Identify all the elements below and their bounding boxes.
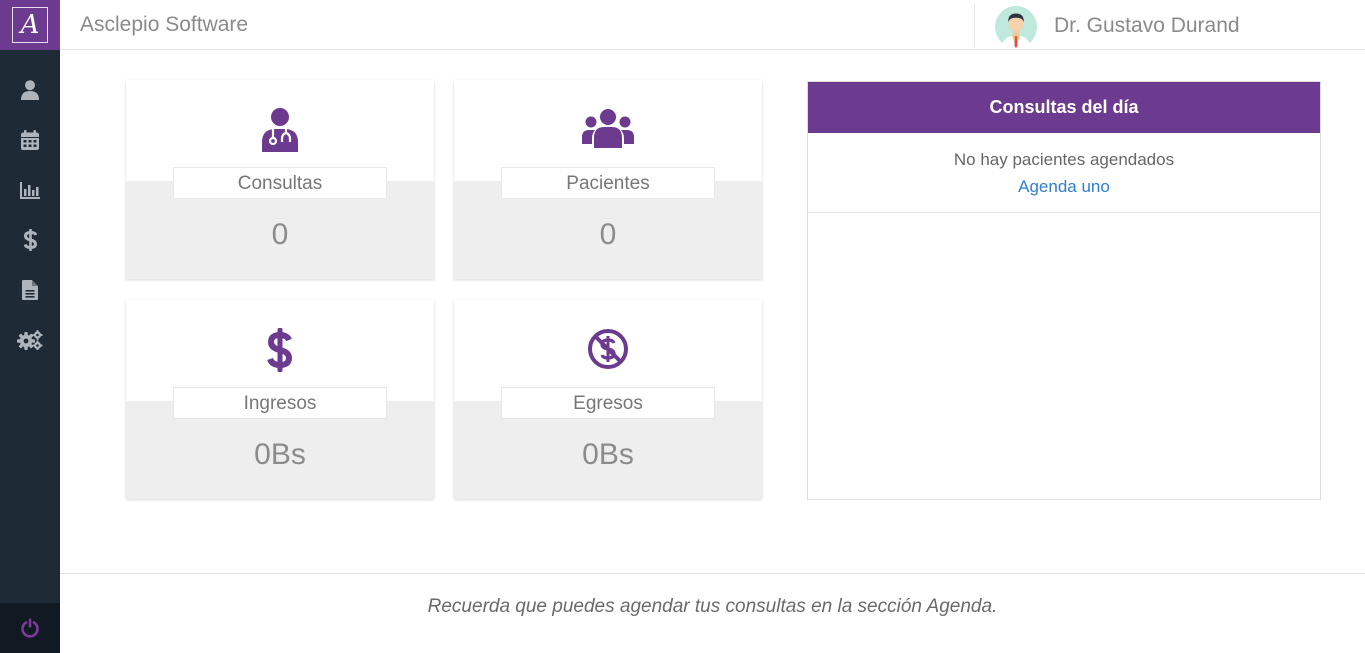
empty-message: No hay pacientes agendados (953, 150, 1175, 169)
card-label: Pacientes (501, 167, 715, 199)
card-ingresos[interactable]: Ingresos 0Bs (126, 300, 434, 499)
logout-button[interactable] (0, 603, 60, 653)
card-label: Consultas (173, 167, 387, 199)
app-logo[interactable]: A (0, 0, 60, 50)
sidebar-item-documents[interactable] (0, 265, 60, 315)
card-value: 0 (271, 218, 289, 251)
sidebar-item-users[interactable] (0, 65, 60, 115)
card-pacientes[interactable]: Pacientes 0 (454, 80, 762, 279)
footer-hint: Recuerda que puedes agendar tus consulta… (60, 573, 1365, 653)
card-label: Ingresos (173, 387, 387, 419)
users-icon (582, 109, 634, 148)
dollar-icon (23, 229, 37, 251)
day-appointments-panel: Consultas del día No hay pacientes agend… (807, 81, 1321, 500)
logo-letter: A (12, 7, 48, 43)
user-menu[interactable]: Dr. Gustavo Durand (974, 4, 1240, 48)
document-icon (22, 280, 38, 300)
no-dollar-icon (588, 329, 628, 369)
app-title: Asclepio Software (80, 13, 249, 36)
doctor-icon (262, 108, 298, 152)
card-value: 0Bs (254, 438, 306, 471)
sidebar-item-settings[interactable] (0, 315, 60, 365)
doctor-avatar-icon (995, 6, 1037, 48)
card-value: 0 (599, 218, 617, 251)
top-bar: Asclepio Software Dr. Gustavo Durand (60, 0, 1365, 50)
card-consultas[interactable]: Consultas 0 (126, 80, 434, 279)
settings-icon (17, 330, 43, 350)
user-name: Dr. Gustavo Durand (1054, 14, 1240, 37)
card-egresos[interactable]: Egresos 0Bs (454, 300, 762, 499)
sidebar (0, 50, 60, 653)
schedule-link[interactable]: Agenda uno (1018, 177, 1110, 197)
card-label: Egresos (501, 387, 715, 419)
panel-title: Consultas del día (808, 82, 1320, 133)
calendar-icon (21, 130, 39, 150)
panel-empty-state: No hay pacientes agendados Agenda uno (808, 133, 1320, 213)
dollar-icon (267, 328, 293, 372)
sidebar-item-reports[interactable] (0, 165, 60, 215)
sidebar-item-calendar[interactable] (0, 115, 60, 165)
user-icon (21, 80, 39, 100)
sidebar-item-finances[interactable] (0, 215, 60, 265)
card-value: 0Bs (582, 438, 634, 471)
bar-chart-icon (20, 181, 40, 199)
power-icon (21, 618, 39, 638)
